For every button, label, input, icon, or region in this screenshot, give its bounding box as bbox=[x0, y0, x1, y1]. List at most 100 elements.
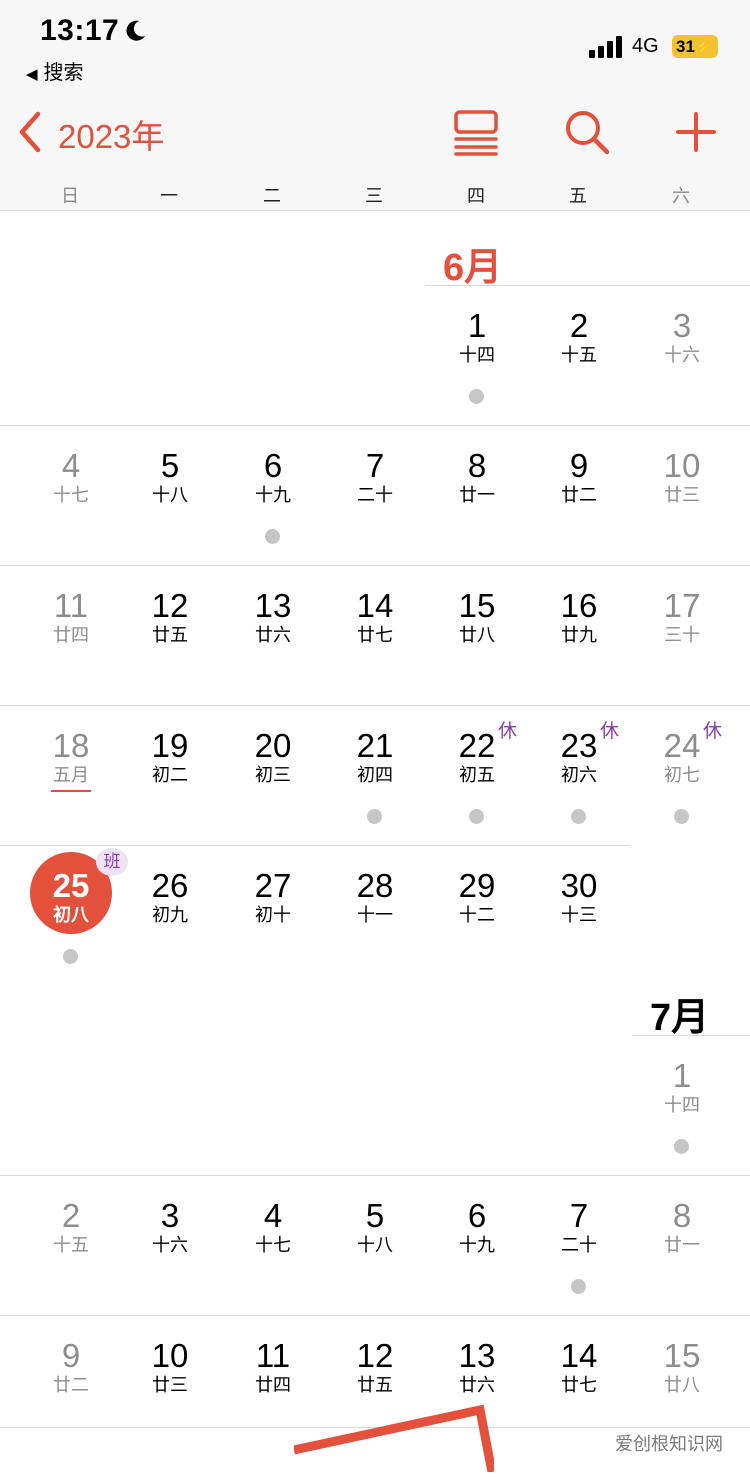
event-dot bbox=[265, 529, 280, 544]
day-cell[interactable]: 26 初九 bbox=[119, 867, 221, 1008]
lunar-date: 十四 bbox=[459, 345, 495, 366]
event-dot bbox=[469, 389, 484, 404]
annotation-mark bbox=[294, 1404, 494, 1472]
lunar-date: 廿五 bbox=[152, 625, 188, 646]
day-cell[interactable]: 7 二十 bbox=[324, 447, 426, 588]
lunar-date: 廿五 bbox=[357, 1375, 393, 1396]
event-dot bbox=[367, 809, 382, 824]
day-cell[interactable]: 4 十七 bbox=[20, 447, 122, 588]
day-cell[interactable]: 14 廿七 bbox=[528, 1337, 630, 1478]
lunar-date: 廿九 bbox=[561, 625, 597, 646]
holiday-badge: 休 bbox=[703, 720, 723, 742]
lunar-date: 五月 bbox=[53, 765, 89, 786]
holiday-badge: 休 bbox=[600, 720, 620, 742]
month-label[interactable]: 7月 bbox=[650, 986, 709, 1041]
back-triangle-icon: ◀ bbox=[26, 65, 38, 83]
lunar-date: 廿一 bbox=[459, 485, 495, 506]
status-time: 13:17 bbox=[40, 14, 120, 47]
battery-level: 31 bbox=[676, 37, 695, 56]
day-number: 4 bbox=[263, 1197, 283, 1234]
lunar-date: 二十 bbox=[357, 485, 393, 506]
list-view-icon[interactable] bbox=[452, 108, 500, 156]
network-type: 4G bbox=[632, 35, 659, 57]
day-cell[interactable]: 4 十七 bbox=[222, 1197, 324, 1338]
year-back-button[interactable]: 2023年 bbox=[58, 110, 164, 158]
day-number: 18 bbox=[52, 727, 90, 764]
day-number: 13 bbox=[254, 587, 292, 624]
day-cell[interactable]: 1 十四 bbox=[426, 307, 528, 448]
day-cell[interactable]: 10 廿三 bbox=[119, 1337, 221, 1478]
day-number: 8 bbox=[672, 1197, 692, 1234]
day-number: 27 bbox=[254, 867, 292, 904]
day-cell[interactable]: 6 十九 bbox=[426, 1197, 528, 1338]
lunar-date: 廿八 bbox=[459, 625, 495, 646]
day-cell[interactable]: 3 十六 bbox=[631, 307, 733, 448]
day-cell[interactable]: 29 十二 bbox=[426, 867, 528, 1008]
lunar-date: 初四 bbox=[357, 765, 393, 786]
lunar-date: 廿二 bbox=[53, 1375, 89, 1396]
moon-icon bbox=[126, 20, 145, 41]
day-cell-today[interactable]: 25 初八班 bbox=[20, 848, 128, 1008]
month-label[interactable]: 6月 bbox=[443, 236, 502, 291]
month-divider bbox=[425, 285, 750, 286]
day-cell[interactable]: 2 十五 bbox=[20, 1197, 122, 1338]
weekday-label: 三 bbox=[365, 186, 383, 207]
charging-icon: ⚡ bbox=[694, 39, 713, 55]
day-cell[interactable]: 21 初四 bbox=[324, 727, 426, 868]
day-number: 29 bbox=[458, 867, 496, 904]
day-cell[interactable]: 9 廿二 bbox=[20, 1337, 122, 1478]
day-number: 1 bbox=[467, 307, 487, 344]
day-number: 9 bbox=[569, 447, 589, 484]
lunar-date: 十八 bbox=[152, 485, 188, 506]
day-cell[interactable]: 17 三十 bbox=[631, 587, 733, 728]
back-chevron-icon[interactable] bbox=[16, 110, 46, 154]
event-dot bbox=[674, 809, 689, 824]
search-icon[interactable] bbox=[563, 108, 611, 156]
lunar-date: 廿三 bbox=[664, 485, 700, 506]
day-cell[interactable]: 8 廿一 bbox=[631, 1197, 733, 1338]
day-cell[interactable]: 7 二十 bbox=[528, 1197, 630, 1338]
day-cell[interactable]: 14 廿七 bbox=[324, 587, 426, 728]
lunar-date: 十七 bbox=[255, 1235, 291, 1256]
day-cell[interactable]: 28 十一 bbox=[324, 867, 426, 1008]
day-number: 9 bbox=[61, 1337, 81, 1374]
day-cell[interactable]: 30 十三 bbox=[528, 867, 630, 1008]
lunar-date: 十六 bbox=[152, 1235, 188, 1256]
day-cell[interactable]: 12 廿五 bbox=[119, 587, 221, 728]
day-number: 11 bbox=[255, 1337, 291, 1374]
day-cell[interactable]: 1 十四 bbox=[631, 1057, 733, 1198]
day-cell[interactable]: 13 廿六 bbox=[222, 587, 324, 728]
day-cell[interactable]: 16 廿九 bbox=[528, 587, 630, 728]
day-number: 26 bbox=[151, 867, 189, 904]
day-number: 19 bbox=[151, 727, 189, 764]
day-cell[interactable]: 8 廿一 bbox=[426, 447, 528, 588]
day-cell[interactable]: 18 五月 bbox=[20, 727, 122, 868]
day-number: 10 bbox=[151, 1337, 189, 1374]
day-cell[interactable]: 9 廿二 bbox=[528, 447, 630, 588]
day-cell[interactable]: 15 廿八 bbox=[631, 1337, 733, 1478]
day-cell[interactable]: 5 十八 bbox=[324, 1197, 426, 1338]
day-cell[interactable]: 20 初三 bbox=[222, 727, 324, 868]
day-cell[interactable]: 11 廿四 bbox=[20, 587, 122, 728]
day-cell[interactable]: 5 十八 bbox=[119, 447, 221, 588]
day-number: 28 bbox=[356, 867, 394, 904]
day-cell[interactable]: 6 十九 bbox=[222, 447, 324, 588]
day-number: 8 bbox=[467, 447, 487, 484]
day-cell[interactable]: 3 十六 bbox=[119, 1197, 221, 1338]
watermark: 爱创根知识网 bbox=[615, 1434, 723, 1455]
lunar-date: 初七 bbox=[664, 765, 700, 786]
day-cell[interactable]: 15 廿八 bbox=[426, 587, 528, 728]
day-cell[interactable]: 2 十五 bbox=[528, 307, 630, 448]
day-cell[interactable]: 19 初二 bbox=[119, 727, 221, 868]
day-number: 10 bbox=[663, 447, 701, 484]
lunar-date: 初六 bbox=[561, 765, 597, 786]
day-cell[interactable]: 24 初七休 bbox=[631, 720, 733, 868]
back-to-app-link[interactable]: ◀ 搜索 bbox=[26, 56, 84, 85]
day-cell[interactable]: 27 初十 bbox=[222, 867, 324, 1008]
add-icon[interactable] bbox=[672, 108, 720, 156]
day-cell[interactable]: 23 初六休 bbox=[528, 720, 630, 868]
day-cell[interactable]: 10 廿三 bbox=[631, 447, 733, 588]
day-number: 15 bbox=[458, 587, 496, 624]
day-cell[interactable]: 22 初五休 bbox=[426, 720, 528, 868]
lunar-date: 廿八 bbox=[664, 1375, 700, 1396]
